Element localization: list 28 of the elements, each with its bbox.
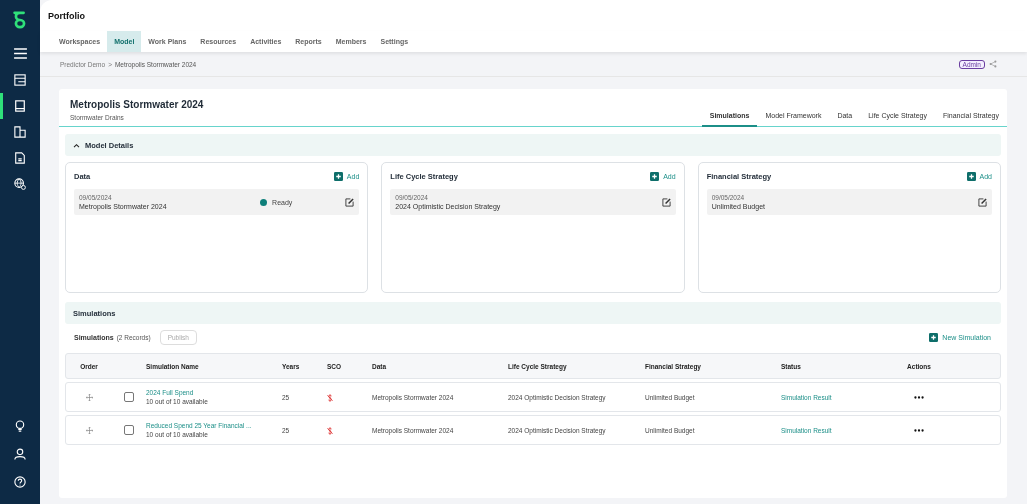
storefront-icon[interactable] — [14, 74, 26, 86]
model-title: Metropolis Stormwater 2024 — [70, 99, 204, 110]
lightbulb-icon[interactable] — [14, 420, 26, 432]
help-icon[interactable] — [14, 476, 26, 488]
more-icon[interactable] — [914, 428, 924, 432]
plus-icon — [929, 332, 939, 342]
plus-icon — [333, 171, 343, 181]
no-dollar-icon — [327, 427, 333, 435]
share-icon[interactable] — [989, 60, 997, 68]
plus-icon — [650, 171, 660, 181]
plus-icon — [966, 171, 976, 181]
caret-icon — [73, 142, 80, 148]
page-title: Portfolio — [48, 10, 85, 21]
documents-icon[interactable] — [14, 126, 26, 138]
edit-icon[interactable] — [661, 197, 671, 207]
globe-icon[interactable] — [14, 178, 26, 190]
drag-handle-icon[interactable] — [85, 426, 93, 434]
row-checkbox[interactable] — [124, 425, 134, 435]
more-icon[interactable] — [914, 395, 924, 399]
edit-icon[interactable] — [978, 197, 987, 207]
menu-icon[interactable] — [13, 48, 27, 59]
edit-icon[interactable] — [345, 197, 355, 207]
report-icon[interactable] — [14, 152, 26, 164]
row-checkbox[interactable] — [124, 392, 134, 402]
no-dollar-icon — [327, 394, 333, 402]
user-icon[interactable] — [14, 448, 26, 460]
drag-handle-icon[interactable] — [85, 393, 93, 401]
book-icon[interactable] — [14, 100, 26, 112]
